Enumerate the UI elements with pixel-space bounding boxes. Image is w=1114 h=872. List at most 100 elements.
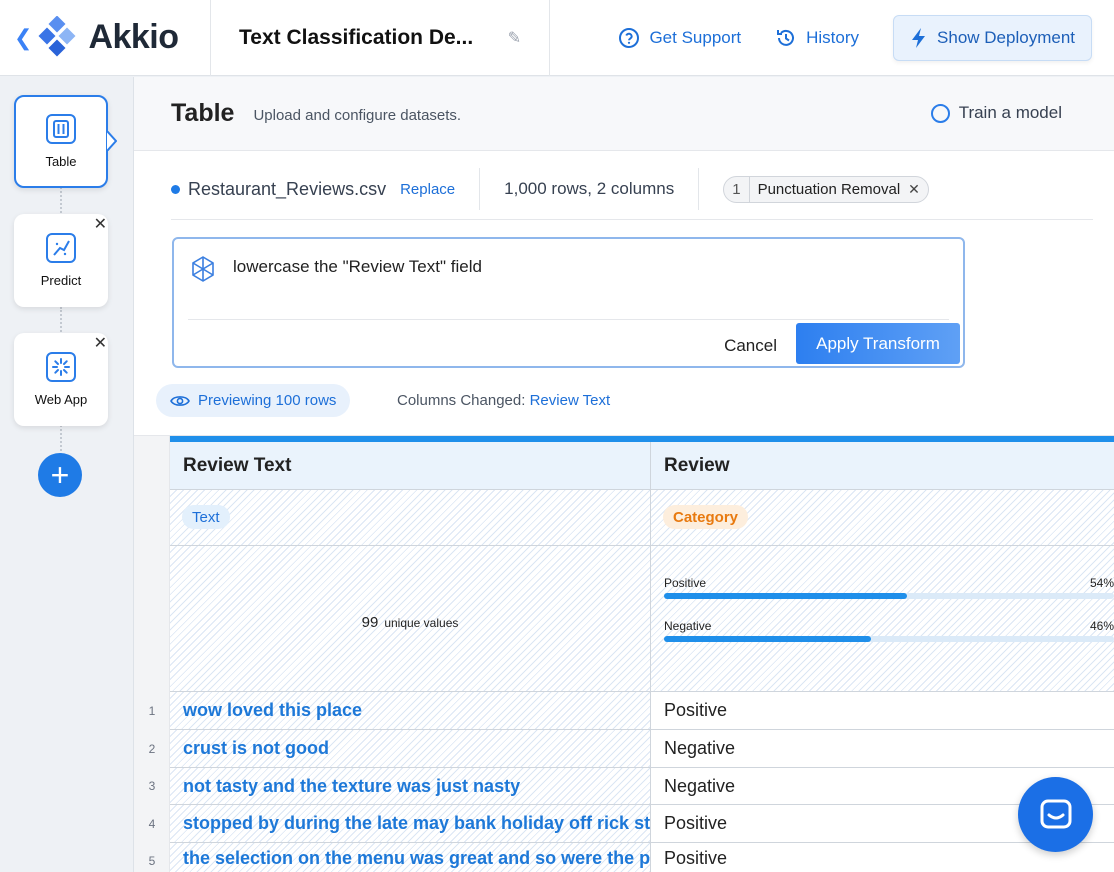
pencil-icon[interactable]: ✎	[508, 28, 521, 48]
step-predict-label: Predict	[40, 273, 82, 288]
lightning-icon	[912, 27, 926, 48]
train-model-label: Train a model	[958, 103, 1062, 122]
transform-chip-label: Punctuation Removal	[757, 180, 901, 198]
columns-changed-value[interactable]: Review Text	[530, 392, 611, 409]
table-cell[interactable]: Positive	[651, 692, 1114, 730]
dataset-info-row: Restaurant_Reviews.csv Replace 1,000 row…	[171, 159, 1093, 220]
close-icon[interactable]: ✕	[94, 333, 107, 353]
distribution-item: Negative 46%	[664, 619, 1114, 642]
table-icon	[46, 114, 76, 144]
history-icon	[777, 29, 795, 46]
distribution-bar-fill	[664, 593, 907, 599]
row-number-column	[134, 436, 170, 872]
step-predict[interactable]: ✕ Predict	[14, 214, 108, 307]
step-web-app[interactable]: ✕ Web App	[14, 333, 108, 426]
row-number: 4	[148, 817, 156, 831]
distribution-label: Positive	[664, 576, 707, 590]
get-support-link[interactable]: Get Support	[618, 27, 741, 49]
row-number: 5	[148, 854, 156, 868]
project-title-area[interactable]: Text Classification De... ✎	[211, 0, 550, 76]
step-table[interactable]: Table	[14, 95, 108, 188]
column-stats-cell: Positive 54% Negative 46%	[651, 546, 1114, 692]
train-model-option[interactable]: Train a model	[930, 103, 1062, 123]
get-support-label: Get Support	[649, 27, 742, 47]
web-app-icon	[46, 352, 76, 382]
top-actions: Get Support History Show Deployment	[550, 14, 1114, 61]
chat-launcher-button[interactable]	[1018, 777, 1093, 852]
show-deployment-button[interactable]: Show Deployment	[893, 14, 1092, 61]
column-stats-cell: 99 unique values	[170, 546, 651, 692]
distribution-percent: 54%	[1089, 576, 1114, 590]
columns-changed: Columns Changed: Review Text	[397, 392, 610, 409]
close-icon[interactable]: ✕	[94, 214, 107, 234]
akkio-logo-icon	[38, 15, 76, 56]
replace-link[interactable]: Replace	[400, 181, 455, 198]
transform-prompt-input[interactable]: lowercase the "Review Text" field	[233, 257, 482, 277]
radio-icon[interactable]	[930, 103, 950, 123]
divider	[479, 168, 481, 210]
row-number: 2	[148, 742, 156, 756]
connector-line	[60, 425, 62, 455]
row-number: 1	[148, 704, 156, 718]
row-number: 3	[148, 779, 156, 793]
distribution-item: Positive 54%	[664, 576, 1114, 599]
type-badge-text[interactable]: Text	[182, 505, 230, 529]
chat-icon	[1040, 799, 1071, 828]
transform-chip[interactable]: 1 Punctuation Removal ✕	[723, 175, 929, 203]
main-panel: Table Upload and configure datasets. Tra…	[134, 77, 1114, 872]
top-bar: ❮ Akkio Text Classification De... ✎ Get …	[0, 0, 1114, 76]
table-cell[interactable]: Negative	[651, 730, 1114, 768]
help-circle-icon	[619, 27, 640, 48]
unique-values-summary: 99 unique values	[170, 614, 650, 631]
column-type-cell: Category	[651, 490, 1114, 546]
distribution-percent: 46%	[1089, 619, 1114, 633]
active-pointer-icon	[107, 131, 117, 151]
unique-values-label: unique values	[384, 616, 459, 630]
column-header-label: Review	[664, 454, 730, 476]
connector-line	[60, 307, 62, 335]
table-cell[interactable]: the selection on the menu was great and …	[170, 843, 651, 872]
add-step-button[interactable]: +	[38, 453, 82, 497]
table-cell[interactable]: crust is not good	[170, 730, 651, 768]
transform-chip-index: 1	[724, 176, 750, 202]
brand-name: Akkio	[88, 18, 179, 56]
back-chevron-icon[interactable]: ❮	[14, 25, 32, 51]
distribution-label: Negative	[664, 619, 712, 633]
previewing-rows-label: Previewing 100 rows	[198, 392, 337, 409]
connector-line	[60, 187, 62, 217]
page-header: Table Upload and configure datasets. Tra…	[134, 77, 1114, 151]
page-subtitle: Upload and configure datasets.	[253, 107, 462, 124]
history-label: History	[806, 27, 860, 47]
step-web-app-label: Web App	[34, 392, 88, 407]
history-link[interactable]: History	[775, 27, 859, 49]
columns-changed-label: Columns Changed:	[397, 392, 526, 409]
brand: ❮ Akkio	[0, 0, 211, 76]
data-table: Review Text Review Text Category 99 uniqu…	[134, 435, 1114, 872]
status-dot-icon	[171, 184, 180, 194]
previewing-rows-pill[interactable]: Previewing 100 rows	[156, 384, 351, 417]
divider	[188, 319, 949, 320]
table-cell[interactable]: stopped by during the late may bank holi…	[170, 805, 651, 843]
page-title: Table	[171, 99, 235, 127]
predict-icon	[46, 233, 76, 263]
table-cell[interactable]: wow loved this place	[170, 692, 651, 730]
remove-transform-icon[interactable]: ✕	[908, 181, 928, 198]
dataset-file-name: Restaurant_Reviews.csv	[188, 178, 387, 199]
dataset-summary: 1,000 rows, 2 columns	[504, 179, 675, 198]
distribution-bar-fill	[664, 636, 871, 642]
column-header-review-text[interactable]: Review Text	[170, 442, 651, 490]
eye-icon	[170, 395, 190, 406]
type-badge-category[interactable]: Category	[663, 505, 749, 529]
column-header-label: Review Text	[183, 454, 292, 476]
step-table-label: Table	[45, 154, 77, 169]
project-title[interactable]: Text Classification De...	[239, 26, 473, 50]
show-deployment-label: Show Deployment	[937, 27, 1075, 47]
table-cell[interactable]: not tasty and the texture was just nasty	[170, 768, 651, 805]
column-type-cell: Text	[170, 490, 651, 546]
unique-values-count: 99	[361, 614, 379, 631]
column-header-review[interactable]: Review	[651, 442, 1114, 490]
cancel-button[interactable]: Cancel	[724, 336, 777, 356]
apply-transform-button[interactable]: Apply Transform	[796, 323, 960, 364]
sparkle-network-icon	[192, 256, 214, 282]
divider	[698, 168, 700, 210]
